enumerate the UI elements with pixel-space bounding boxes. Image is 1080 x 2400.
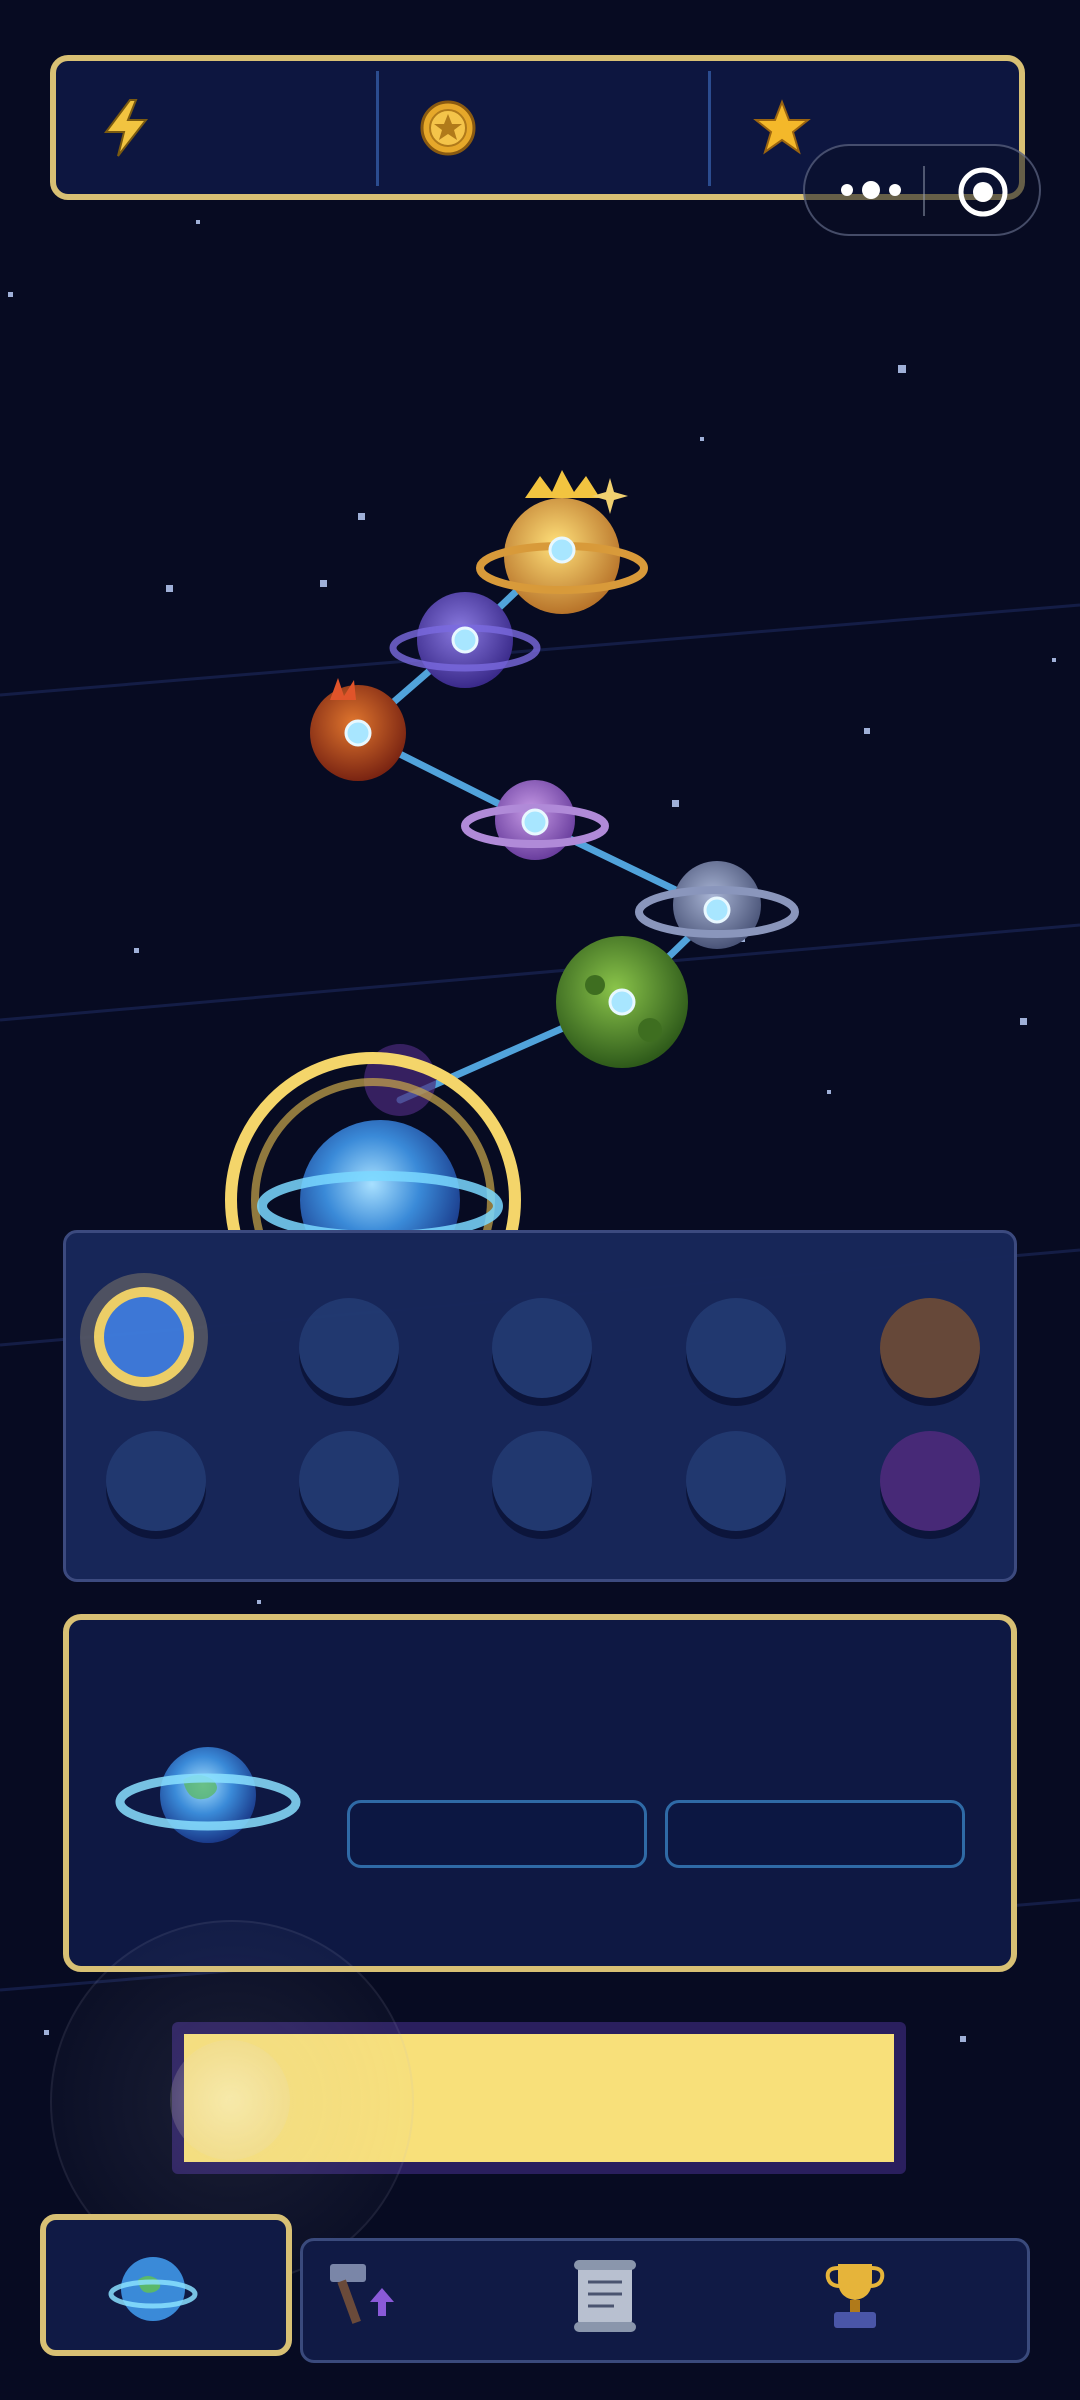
planet-icon: [108, 2257, 198, 2321]
resource-divider: [708, 71, 711, 186]
earth-planet-icon: [115, 1747, 301, 1843]
color-slot-locked[interactable]: [299, 1298, 399, 1398]
nav-tab-rank[interactable]: [810, 2250, 910, 2350]
scroll-quest-icon: [574, 2260, 636, 2332]
action-button-label: [172, 2022, 906, 2174]
close-target-icon[interactable]: [955, 164, 1011, 220]
color-slot-locked[interactable]: [492, 1431, 592, 1531]
selected-planet-earth[interactable]: [225, 1052, 521, 1230]
color-slot-locked[interactable]: [106, 1431, 206, 1531]
stat-field-primary: [347, 1800, 647, 1868]
hammer-upgrade-icon: [330, 2264, 394, 2324]
lightning-icon: [104, 98, 149, 157]
coin-icon: [420, 100, 476, 155]
star-icon: [753, 98, 811, 154]
action-button[interactable]: [172, 2022, 906, 2174]
nav-tab-quests[interactable]: [560, 2250, 660, 2350]
color-selector-panel: [63, 1230, 1017, 1582]
color-slot-locked[interactable]: [686, 1298, 786, 1398]
nav-tab-planet[interactable]: [40, 2214, 292, 2356]
nav-tab-upgrade[interactable]: [310, 2250, 410, 2350]
capsule-separator: [923, 166, 925, 216]
color-slot-brown[interactable]: [880, 1298, 980, 1398]
energy-counter: [56, 61, 376, 194]
galaxy-map[interactable]: [0, 230, 1080, 1230]
color-slot-locked[interactable]: [299, 1431, 399, 1531]
color-slot-selected-blue[interactable]: [94, 1287, 194, 1387]
color-slot-locked[interactable]: [686, 1431, 786, 1531]
stat-field-secondary: [665, 1800, 965, 1868]
trophy-icon: [825, 2264, 885, 2328]
system-capsule: [803, 144, 1041, 236]
planet-info-panel: [63, 1614, 1017, 1972]
more-dots-icon[interactable]: [833, 170, 909, 210]
color-slot-purple[interactable]: [880, 1431, 980, 1531]
coin-counter: [378, 61, 708, 194]
color-slot-locked[interactable]: [492, 1298, 592, 1398]
